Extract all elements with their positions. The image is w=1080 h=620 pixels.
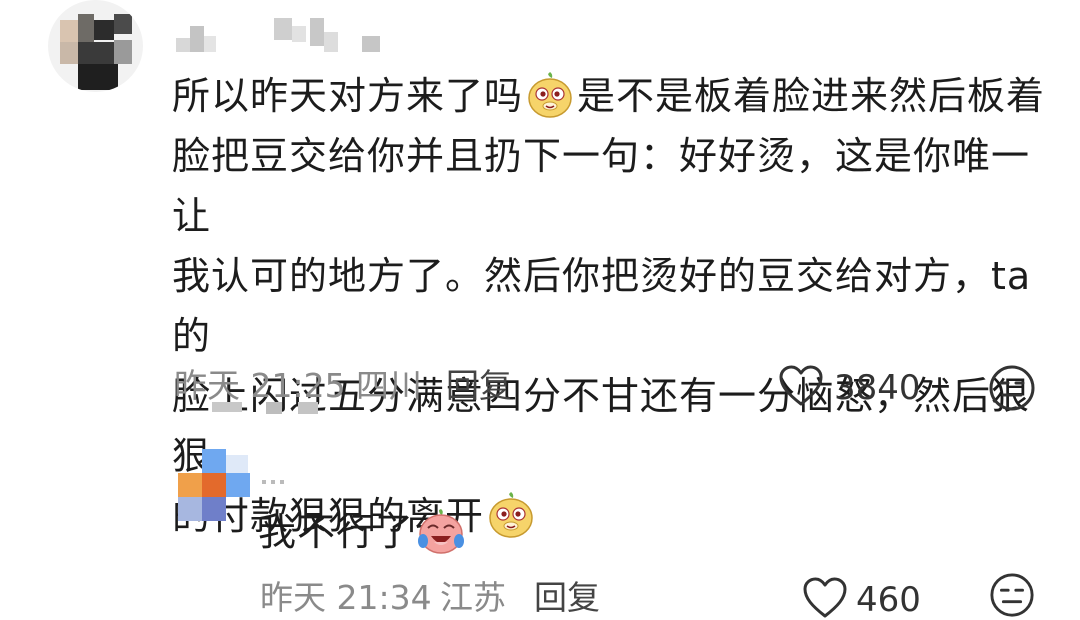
reply-text: 我不行了 [258, 510, 415, 554]
neutral-face-icon[interactable] [988, 364, 1036, 412]
timestamp-mosaic [212, 398, 322, 416]
replier-avatar[interactable] [178, 449, 252, 521]
neutral-face-icon[interactable] [988, 572, 1036, 618]
heart-icon[interactable] [778, 364, 824, 408]
like-count: 3840 [834, 368, 921, 408]
reply-body: 我不行了 [258, 507, 468, 560]
comment-line: 我认可的地方了。然后你把烫好的豆交给对方，ta的 [172, 254, 1032, 358]
comment-line: 所以昨天对方来了吗 是不是板着脸进来然后板着 [172, 66, 1052, 126]
comment-line: 脸把豆交给你并且扔下一句：好好烫，这是你唯一让 [172, 134, 1031, 238]
smirk-dog-emoji-icon [489, 491, 533, 538]
replier-name[interactable] [262, 478, 292, 486]
comment-body: 所以昨天对方来了吗 是不是板着脸进来然后板着 脸把豆交给你并且扔下一句：好好烫，… [172, 66, 1052, 546]
comment-text-segment: 是不是板着脸进来然后板着 [577, 74, 1046, 118]
reply-button[interactable]: 回复 [534, 578, 600, 618]
commenter-avatar[interactable] [48, 0, 143, 92]
comment-text-segment: 所以昨天对方来了吗 [172, 74, 524, 118]
crying-laughing-emoji-icon [418, 508, 465, 554]
comment-location: 四川 [356, 366, 422, 405]
heart-icon[interactable] [802, 576, 848, 620]
commenter-name[interactable] [176, 18, 386, 58]
reply-timestamp: 昨天 21:34 [260, 578, 432, 617]
reply-button[interactable]: 回复 [446, 366, 512, 406]
smirk-dog-emoji-icon [528, 71, 572, 118]
like-count: 460 [856, 580, 921, 620]
reply-location: 江苏 [440, 578, 506, 617]
